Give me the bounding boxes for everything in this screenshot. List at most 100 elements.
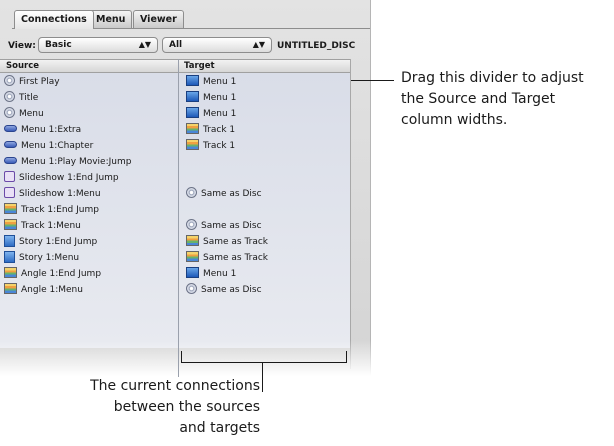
source-cell: Angle 1:Menu <box>4 282 83 298</box>
connection-row[interactable]: Slideshow 1:Menu Same as Disc <box>0 186 350 202</box>
target-label: Same as Disc <box>201 189 262 199</box>
menu-icon <box>186 107 199 118</box>
target-cell[interactable]: Menu 1 <box>186 106 236 122</box>
tab-menu[interactable]: Menu <box>89 10 133 28</box>
scroll-edge <box>350 59 351 369</box>
source-label: First Play <box>19 77 60 87</box>
source-cell: Track 1:Menu <box>4 218 81 234</box>
divider-callout-line <box>351 80 394 81</box>
connection-row[interactable]: Story 1:End Jump Same as Track <box>0 234 350 250</box>
target-label: Menu 1 <box>203 77 237 87</box>
button-icon <box>4 157 17 164</box>
target-cell[interactable]: Menu 1 <box>186 90 236 106</box>
connections-panel: Connections Menu Viewer View: Basic ▲▼ A… <box>0 0 371 376</box>
target-cell[interactable]: Same as Disc <box>186 186 262 202</box>
source-cell: Slideshow 1:End Jump <box>4 170 119 186</box>
target-cell[interactable]: Same as Track <box>186 250 268 266</box>
bracket-bottom <box>181 362 347 363</box>
target-cell[interactable]: Same as Disc <box>186 218 262 234</box>
target-label: Same as Disc <box>201 285 262 295</box>
story-icon <box>4 234 15 247</box>
connections-callout: The current connections between the sour… <box>40 376 260 439</box>
source-label: Menu <box>19 109 44 119</box>
divider-callout-line-1: Drag this divider to adjust <box>401 70 584 86</box>
target-cell[interactable]: Track 1 <box>186 122 235 138</box>
view-label: View: <box>8 41 36 51</box>
connection-row[interactable]: Slideshow 1:End Jump <box>0 170 350 186</box>
target-cell[interactable]: Menu 1 <box>186 266 236 282</box>
panel-fade <box>0 340 371 376</box>
source-label: Menu 1:Chapter <box>21 141 94 151</box>
filter-popup[interactable]: All ▲▼ <box>162 37 272 53</box>
divider-callout: Drag this divider to adjust the Source a… <box>401 68 584 131</box>
connections-list: First Play Menu 1 Title Menu 1 Menu Menu 1 Men… <box>0 73 350 348</box>
target-label: Menu 1 <box>203 109 237 119</box>
source-label: Angle 1:Menu <box>21 285 83 295</box>
source-cell: First Play <box>4 74 60 90</box>
connection-row[interactable]: Track 1:Menu Same as Disc <box>0 218 350 234</box>
disc-icon <box>4 91 15 102</box>
target-label: Same as Track <box>203 237 269 247</box>
connection-row[interactable]: Menu 1:Extra Track 1 <box>0 122 350 138</box>
view-popup-value: Basic <box>45 40 72 50</box>
target-cell[interactable]: Menu 1 <box>186 74 236 90</box>
track-icon <box>186 235 199 246</box>
source-cell: Title <box>4 90 38 106</box>
button-icon <box>4 125 17 132</box>
disc-icon <box>4 75 15 86</box>
divider-callout-line-3: column widths. <box>401 112 508 128</box>
target-cell[interactable]: Same as Track <box>186 234 268 250</box>
disc-icon <box>186 187 197 198</box>
track-icon <box>4 219 17 230</box>
source-cell: Slideshow 1:Menu <box>4 186 101 202</box>
view-popup[interactable]: Basic ▲▼ <box>38 37 158 53</box>
story-icon <box>4 250 15 263</box>
source-label: Slideshow 1:End Jump <box>19 173 119 183</box>
button-icon <box>4 141 17 148</box>
divider-callout-line-2: the Source and Target <box>401 91 556 107</box>
popup-arrows-icon: ▲▼ <box>252 40 265 49</box>
column-divider[interactable] <box>178 59 179 377</box>
menu-icon <box>186 91 199 102</box>
menu-icon <box>186 267 199 278</box>
target-cell[interactable]: Track 1 <box>186 138 235 154</box>
track-icon <box>4 203 17 214</box>
source-cell: Track 1:End Jump <box>4 202 99 218</box>
source-cell: Story 1:Menu <box>4 250 79 266</box>
source-cell: Story 1:End Jump <box>4 234 97 250</box>
connection-row[interactable]: Title Menu 1 <box>0 90 350 106</box>
connection-row[interactable]: Angle 1:End Jump Menu 1 <box>0 266 350 282</box>
connection-row[interactable]: Menu 1:Chapter Track 1 <box>0 138 350 154</box>
target-column-header[interactable]: Target <box>184 60 215 72</box>
source-label: Story 1:End Jump <box>19 237 98 247</box>
target-label: Same as Disc <box>201 221 262 231</box>
source-cell: Menu 1:Chapter <box>4 138 93 154</box>
source-cell: Menu <box>4 106 44 122</box>
source-label: Menu 1:Extra <box>21 125 82 135</box>
target-label: Menu 1 <box>203 93 237 103</box>
tab-viewer[interactable]: Viewer <box>133 10 184 28</box>
source-column-header[interactable]: Source <box>6 60 39 72</box>
source-label: Slideshow 1:Menu <box>19 189 101 199</box>
source-cell: Angle 1:End Jump <box>4 266 101 282</box>
target-cell[interactable]: Same as Disc <box>186 282 262 298</box>
connections-callout-line-1: The current connections <box>90 378 260 394</box>
track-icon <box>186 139 199 150</box>
target-label: Track 1 <box>203 125 236 135</box>
connection-row[interactable]: First Play Menu 1 <box>0 74 350 90</box>
bracket-stem <box>262 362 263 392</box>
source-label: Track 1:Menu <box>21 221 81 231</box>
menu-icon <box>186 75 199 86</box>
track-icon <box>4 283 17 294</box>
target-label: Same as Track <box>203 253 269 263</box>
connection-row[interactable]: Menu 1:Play Movie:Jump <box>0 154 350 170</box>
connections-callout-line-2: between the sources <box>113 399 260 415</box>
source-label: Angle 1:End Jump <box>21 269 102 279</box>
target-label: Track 1 <box>203 141 236 151</box>
tab-connections[interactable]: Connections <box>14 10 94 29</box>
filter-popup-value: All <box>169 40 183 50</box>
connection-row[interactable]: Track 1:End Jump <box>0 202 350 218</box>
connection-row[interactable]: Angle 1:Menu Same as Disc <box>0 282 350 298</box>
connection-row[interactable]: Story 1:Menu Same as Track <box>0 250 350 266</box>
connection-row[interactable]: Menu Menu 1 <box>0 106 350 122</box>
